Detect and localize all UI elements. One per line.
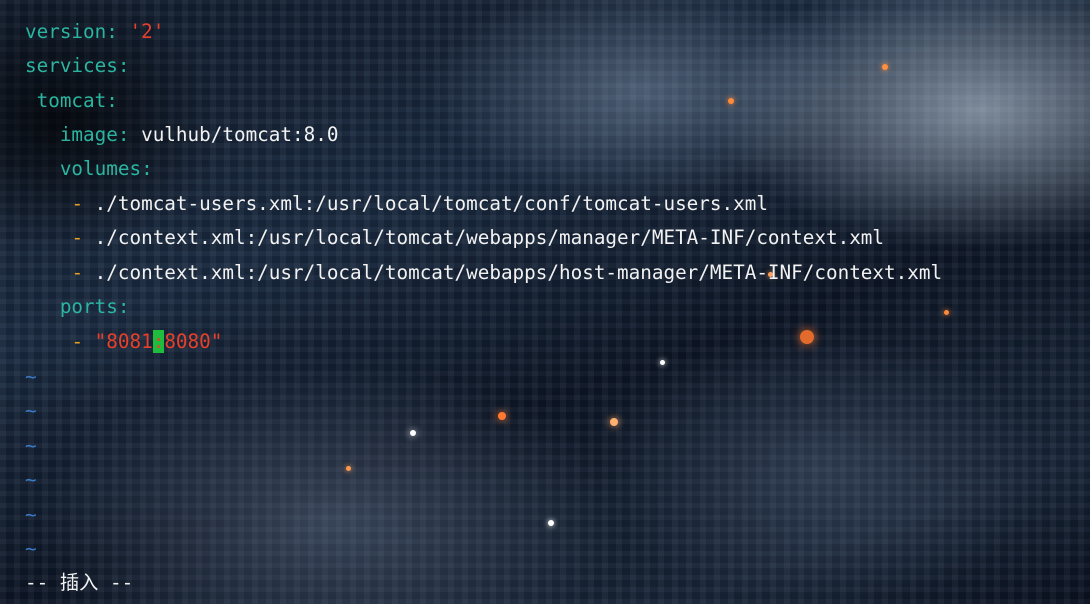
colon: : (117, 295, 130, 318)
line-version: version: '2' (25, 15, 164, 49)
text-cursor[interactable]: : (152, 330, 165, 353)
yaml-value: ./tomcat-users.xml:/usr/local/tomcat/con… (94, 192, 768, 215)
colon: : (117, 123, 130, 146)
yaml-value: vulhub/tomcat:8.0 (141, 123, 339, 146)
yaml-key: tomcat (36, 89, 107, 112)
list-dash: - (71, 261, 84, 284)
line-port-item: - "8081:8080" (25, 325, 222, 359)
terminal-window: version: '2' services: tomcat: image: vu… (0, 0, 1090, 604)
line-ports: ports: (25, 290, 130, 324)
colon: : (117, 54, 130, 77)
list-dash: - (71, 226, 84, 249)
vim-editor[interactable]: version: '2' services: tomcat: image: vu… (0, 0, 1090, 604)
line-image: image: vulhub/tomcat:8.0 (25, 118, 339, 152)
line-volumes: volumes: (25, 152, 153, 186)
empty-line-tilde: ~ (25, 537, 37, 560)
empty-line-tilde: ~ (25, 468, 37, 491)
list-dash: - (71, 330, 84, 353)
line-tomcat: tomcat: (25, 84, 118, 118)
yaml-value: ./context.xml:/usr/local/tomcat/webapps/… (94, 226, 885, 249)
empty-line-tilde: ~ (25, 365, 37, 388)
yaml-key: volumes (59, 157, 142, 180)
yaml-key: version (25, 20, 107, 43)
line-volume-item: - ./context.xml:/usr/local/tomcat/webapp… (25, 221, 884, 255)
empty-line-tilde: ~ (25, 399, 37, 422)
yaml-string-value: "8081 (94, 330, 153, 353)
yaml-key: ports (59, 295, 118, 318)
empty-line-tilde: ~ (25, 503, 37, 526)
colon: : (106, 20, 118, 43)
yaml-value: ./context.xml:/usr/local/tomcat/webapps/… (94, 261, 943, 284)
colon: : (106, 89, 118, 112)
line-volume-item: - ./tomcat-users.xml:/usr/local/tomcat/c… (25, 187, 768, 221)
empty-line-tilde: ~ (25, 434, 37, 457)
yaml-key: services (25, 54, 118, 77)
list-dash: - (71, 192, 84, 215)
line-volume-item: - ./context.xml:/usr/local/tomcat/webapp… (25, 256, 942, 290)
line-services: services: (25, 49, 129, 83)
yaml-string-value: 8080" (164, 330, 223, 353)
vim-mode-status: -- 插入 -- (25, 571, 134, 594)
yaml-string-value: '2' (129, 20, 165, 43)
colon: : (141, 157, 153, 180)
yaml-key: image (59, 123, 118, 146)
